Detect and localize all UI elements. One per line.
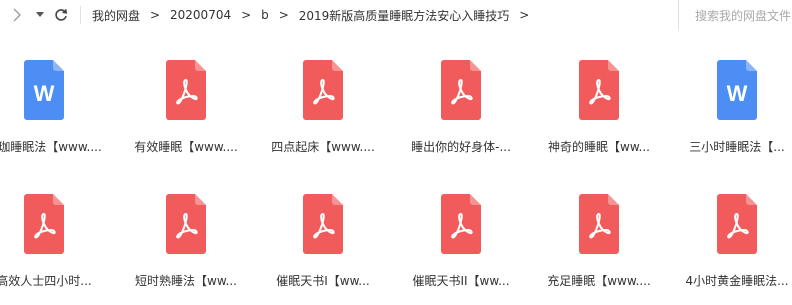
search-placeholder: 搜索我的网盘文件 [695, 8, 792, 23]
file-name: 充足睡眠【www.... [547, 274, 651, 288]
file-item[interactable]: W瑜珈睡眠法【www.... [0, 60, 110, 170]
forward-button[interactable] [8, 5, 26, 25]
file-item[interactable]: 短时熟睡法【ww... [120, 194, 252, 304]
pdf-file-icon [24, 194, 64, 254]
breadcrumb-separator: > [241, 8, 252, 22]
file-name: 催眠天书I【ww... [276, 274, 370, 288]
file-name: 催眠天书II【ww... [412, 274, 510, 288]
caret-down-icon [36, 12, 44, 17]
toolbar-divider [80, 6, 81, 24]
file-name: 短时熟睡法【ww... [135, 274, 237, 288]
file-name: 4小时黄金睡眠法... [685, 274, 789, 288]
file-item[interactable]: 充足睡眠【www.... [533, 194, 665, 304]
history-dropdown-button[interactable] [33, 5, 47, 25]
file-item[interactable]: 四点起床【www.... [257, 60, 389, 170]
breadcrumb-dropdown-arrow[interactable]: > [509, 8, 539, 22]
refresh-button[interactable] [52, 5, 70, 25]
file-name: 四点起床【www.... [271, 140, 375, 154]
pdf-file-icon [717, 194, 757, 254]
file-item[interactable]: 神奇的睡眠【ww... [533, 60, 665, 170]
breadcrumb-item-b-folder[interactable]: b [261, 8, 269, 22]
breadcrumb-separator: > [149, 8, 161, 22]
svg-text:W: W [34, 81, 55, 106]
pdf-file-icon [166, 60, 206, 120]
pdf-file-icon [579, 60, 619, 120]
toolbar: 我的网盘 > 20200704 > b > 2019新版高质量睡眠方法安心入睡技… [0, 0, 792, 30]
breadcrumb-separator: > [278, 8, 289, 22]
search-input[interactable]: 搜索我的网盘文件 [678, 0, 792, 30]
file-item[interactable]: 催眠天书I【ww... [257, 194, 389, 304]
pdf-file-icon [441, 194, 481, 254]
pdf-file-icon [441, 60, 481, 120]
file-item[interactable]: 高效人士四小时... [0, 194, 110, 304]
pdf-file-icon [303, 194, 343, 254]
breadcrumb: 我的网盘 > 20200704 > b > 2019新版高质量睡眠方法安心入睡技… [92, 0, 539, 30]
file-item[interactable]: 有效睡眠【www.... [120, 60, 252, 170]
file-item[interactable]: 4小时黄金睡眠法... [671, 194, 792, 304]
file-name: 睡出你的好身体-... [411, 140, 511, 154]
breadcrumb-item-date-folder[interactable]: 20200704 [170, 8, 231, 22]
word-file-icon: W [24, 60, 64, 120]
pdf-file-icon [166, 194, 206, 254]
word-file-icon: W [717, 60, 757, 120]
refresh-icon [55, 9, 68, 21]
file-name: 有效睡眠【www.... [134, 140, 238, 154]
chevron-right-icon [13, 8, 21, 22]
breadcrumb-item-current-folder[interactable]: 2019新版高质量睡眠方法安心入睡技巧 [299, 7, 510, 24]
file-item[interactable]: 催眠天书II【ww... [395, 194, 527, 304]
breadcrumb-item-root[interactable]: 我的网盘 [92, 7, 140, 24]
pdf-file-icon [579, 194, 619, 254]
file-name: 三小时睡眠法【... [689, 140, 785, 154]
pdf-file-icon [303, 60, 343, 120]
file-name: 神奇的睡眠【ww... [548, 140, 650, 154]
file-item[interactable]: 睡出你的好身体-... [395, 60, 527, 170]
svg-text:W: W [727, 81, 748, 106]
file-item[interactable]: W 三小时睡眠法【... [671, 60, 792, 170]
